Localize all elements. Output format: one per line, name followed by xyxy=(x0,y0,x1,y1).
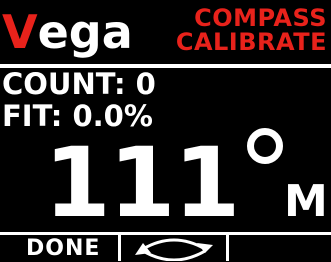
count-readout: COUNT: 0 xyxy=(2,67,156,101)
done-button[interactable]: DONE xyxy=(0,235,118,261)
done-button-label: DONE xyxy=(26,236,101,261)
mode-title: COMPASS CALIBRATE xyxy=(151,6,327,54)
calibration-stats: COUNT: 0 FIT: 0.0% xyxy=(2,68,322,132)
heading-unit: M xyxy=(284,176,328,227)
heading-value: 111 xyxy=(44,127,240,239)
mode-title-line1: COMPASS xyxy=(194,4,327,32)
brand-name-rest: ega xyxy=(37,5,133,59)
rotate-arrows-icon xyxy=(135,238,213,261)
blank-softkey[interactable] xyxy=(229,235,331,261)
rotate-button[interactable] xyxy=(121,235,226,261)
softkey-bar: DONE xyxy=(0,232,331,261)
brand-logo: V ega xyxy=(2,4,133,60)
header-bar: V ega COMPASS CALIBRATE xyxy=(0,0,331,64)
degree-icon xyxy=(247,128,283,164)
display-screen: V ega COMPASS CALIBRATE COUNT: 0 FIT: 0.… xyxy=(0,0,331,261)
brand-initial: V xyxy=(2,5,38,59)
mode-title-line2: CALIBRATE xyxy=(175,28,327,56)
